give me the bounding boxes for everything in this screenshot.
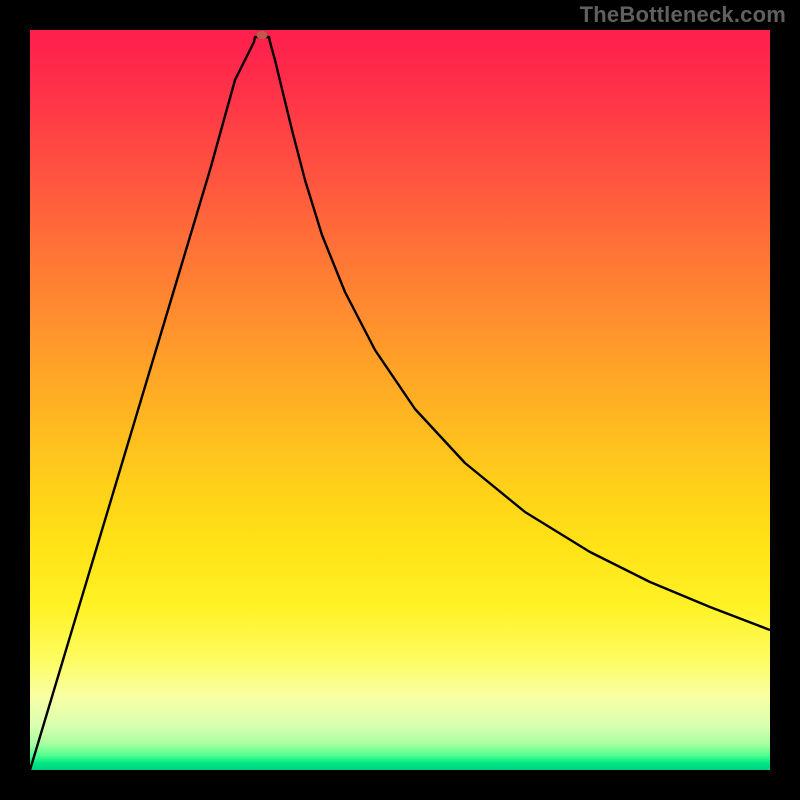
chart-stage: TheBottleneck.com bbox=[0, 0, 800, 800]
watermark-text: TheBottleneck.com bbox=[580, 2, 786, 28]
bottleneck-curve bbox=[30, 37, 770, 770]
minimum-marker bbox=[257, 31, 268, 40]
curve-svg bbox=[30, 30, 770, 770]
plot-area bbox=[30, 30, 770, 770]
